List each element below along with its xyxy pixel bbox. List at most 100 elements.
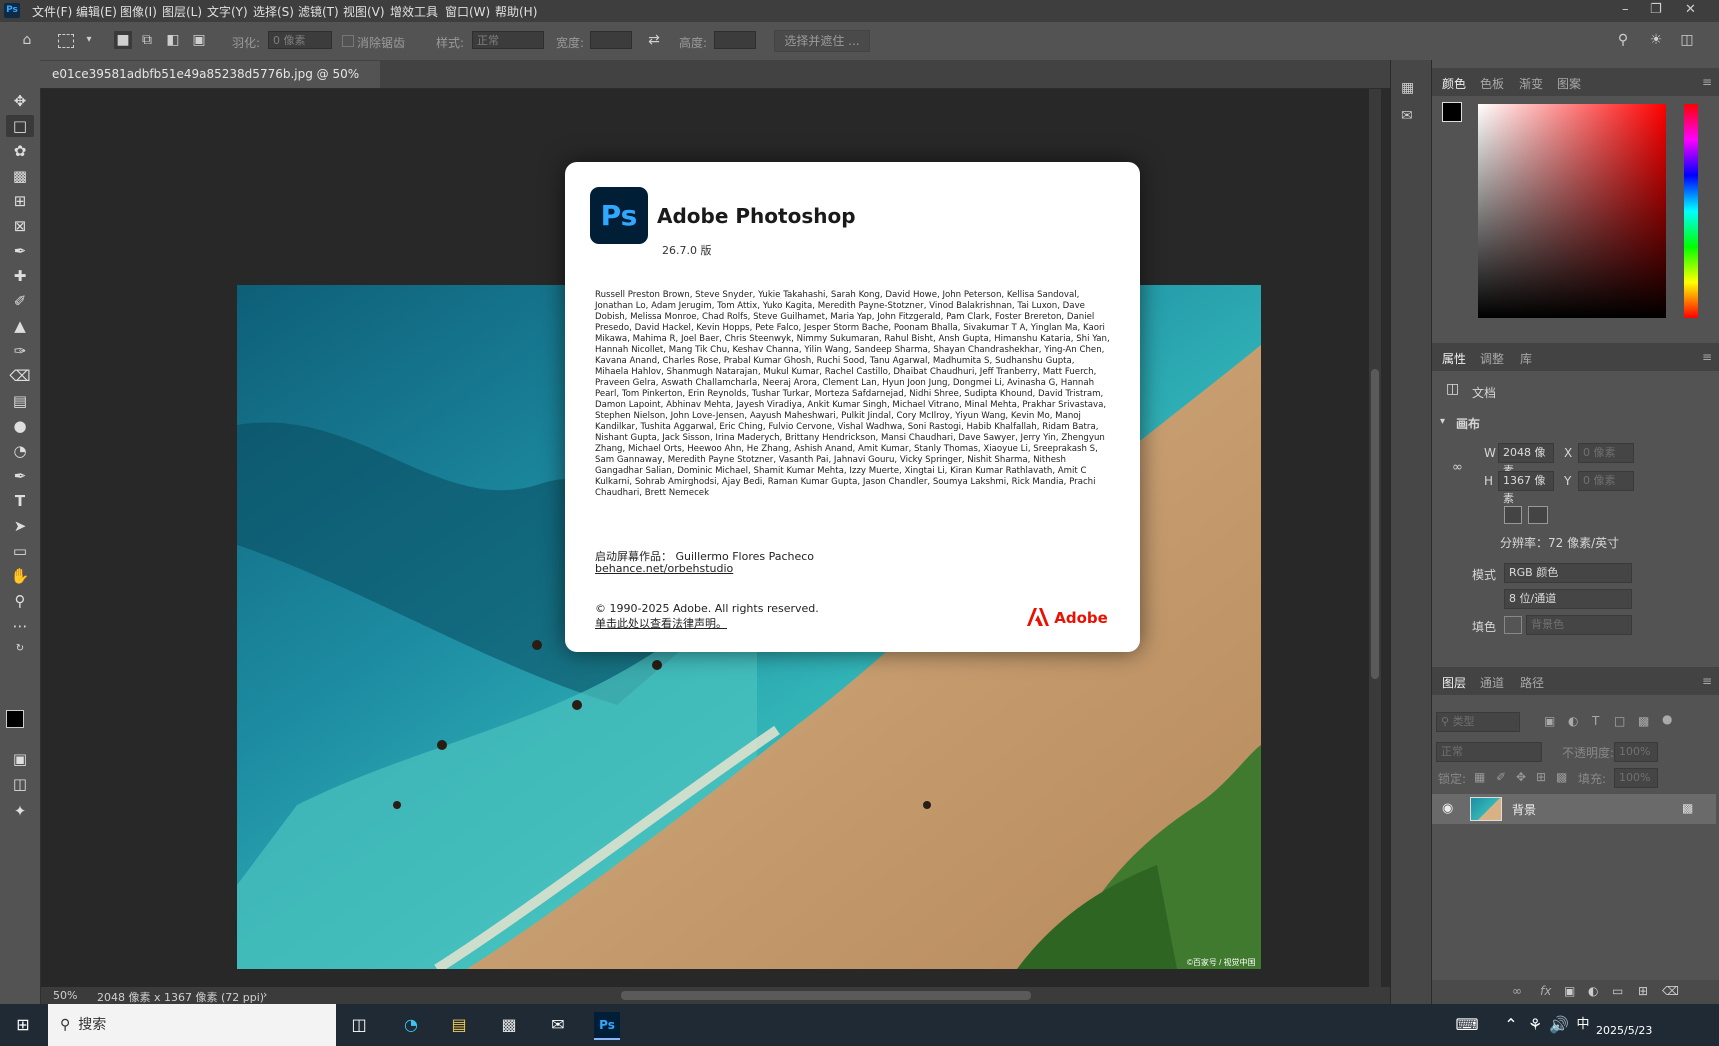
workspace-icon[interactable]: ◫ xyxy=(1678,31,1696,49)
blur-tool-icon[interactable]: ● xyxy=(6,415,34,437)
tab-paths[interactable]: 路径 xyxy=(1520,674,1544,691)
taskbar-search[interactable]: ⚲ 搜索 xyxy=(48,1004,336,1046)
frame-tool-icon[interactable]: ⊠ xyxy=(6,215,34,237)
chevron-down-icon[interactable]: ▾ xyxy=(1440,416,1445,427)
new-layer-icon[interactable]: ⊞ xyxy=(1638,984,1648,998)
quick-mask-icon[interactable]: ▣ xyxy=(6,748,34,770)
lock-pixels-icon[interactable]: ✐ xyxy=(1496,770,1506,784)
new-group-icon[interactable]: ▭ xyxy=(1612,984,1623,998)
panel-menu-icon[interactable]: ≡ xyxy=(1702,350,1712,364)
feather-input[interactable]: 0 像素 xyxy=(268,31,332,49)
move-tool-icon[interactable]: ✥ xyxy=(6,90,34,112)
tab-channels[interactable]: 通道 xyxy=(1480,674,1504,691)
marquee-tool-icon[interactable]: □ xyxy=(6,115,34,137)
tab-swatches[interactable]: 色板 xyxy=(1480,75,1504,92)
marquee-preset-icon[interactable] xyxy=(58,34,74,48)
visibility-eye-icon[interactable]: ◉ xyxy=(1442,801,1453,816)
hand-tool-icon[interactable]: ✋ xyxy=(6,565,34,587)
tab-properties[interactable]: 属性 xyxy=(1442,350,1466,367)
behance-link[interactable]: behance.net/orbehstudio xyxy=(595,562,733,575)
legal-notice-link[interactable]: 单击此处以查看法律声明。 xyxy=(595,615,727,631)
fill-select[interactable]: 背景色 xyxy=(1526,615,1632,635)
add-mask-icon[interactable]: ▣ xyxy=(1564,984,1575,998)
search-icon[interactable]: ⚲ xyxy=(1614,31,1632,49)
menu-image[interactable]: 图像(I) xyxy=(120,3,157,20)
mail-icon[interactable]: ✉ xyxy=(545,1012,571,1038)
menu-view[interactable]: 视图(V) xyxy=(343,3,385,20)
panel-menu-icon[interactable]: ≡ xyxy=(1702,674,1712,688)
menu-filter[interactable]: 滤镜(T) xyxy=(298,3,339,20)
windows-start-icon[interactable]: ⊞ xyxy=(10,1012,36,1038)
swap-colors-icon[interactable]: ↻ xyxy=(6,638,34,660)
filter-pixel-icon[interactable]: ▣ xyxy=(1544,714,1555,728)
menu-help[interactable]: 帮助(H) xyxy=(495,3,537,20)
layer-row[interactable]: ◉ 背景 ▩ xyxy=(1432,794,1716,824)
menu-layer[interactable]: 图层(L) xyxy=(162,3,202,20)
path-selection-tool-icon[interactable]: ➤ xyxy=(6,515,34,537)
width-input[interactable] xyxy=(590,31,632,49)
photoshop-taskbar-icon[interactable]: Ps xyxy=(594,1012,620,1040)
layer-filter-select[interactable]: ⚲ 类型 xyxy=(1436,712,1520,732)
tab-gradients[interactable]: 渐变 xyxy=(1519,75,1543,92)
lock-transparency-icon[interactable]: ▦ xyxy=(1474,770,1485,784)
add-selection-icon[interactable]: ⧉ xyxy=(138,31,156,49)
portrait-orientation-icon[interactable] xyxy=(1504,506,1522,524)
new-adjustment-icon[interactable]: ◐ xyxy=(1588,984,1598,998)
gradient-tool-icon[interactable]: ▤ xyxy=(6,390,34,412)
menu-type[interactable]: 文字(Y) xyxy=(207,3,248,20)
tab-color[interactable]: 颜色 xyxy=(1442,75,1466,92)
rectangle-tool-icon[interactable]: ▭ xyxy=(6,540,34,562)
zoom-level[interactable]: 50% xyxy=(53,989,77,1002)
menu-edit[interactable]: 编辑(E) xyxy=(76,3,117,20)
task-view-icon[interactable]: ◫ xyxy=(346,1012,372,1038)
horizontal-scrollbar-thumb[interactable] xyxy=(621,991,1031,1000)
volume-icon[interactable]: 🔊 xyxy=(1546,1012,1572,1038)
about-dialog[interactable]: Ps Adobe Photoshop 26.7.0 版 Russell Pres… xyxy=(565,162,1140,652)
link-icon[interactable]: ∞ xyxy=(1452,460,1463,475)
canvas-height-input[interactable]: 1367 像素 xyxy=(1498,471,1554,505)
swap-dimensions-icon[interactable]: ⇄ xyxy=(645,31,663,49)
tab-adjustments[interactable]: 调整 xyxy=(1480,350,1504,367)
home-icon[interactable]: ⌂ xyxy=(18,31,36,49)
type-tool-icon[interactable]: T xyxy=(6,490,34,512)
panel-menu-icon[interactable]: ≡ xyxy=(1702,75,1712,89)
chevron-down-icon[interactable]: ▾ xyxy=(80,31,98,49)
tab-layers[interactable]: 图层 xyxy=(1442,674,1466,691)
layer-name[interactable]: 背景 xyxy=(1512,801,1536,818)
history-panel-icon[interactable]: ▦ xyxy=(1401,80,1414,96)
ime-indicator[interactable]: 中 xyxy=(1570,1012,1596,1038)
color-picker-field[interactable] xyxy=(1478,104,1666,318)
restore-icon[interactable]: ❐ xyxy=(1650,2,1662,17)
lock-position-icon[interactable]: ✥ xyxy=(1516,770,1526,784)
photoshop-app-icon[interactable]: Ps xyxy=(4,3,20,18)
close-icon[interactable]: ✕ xyxy=(1685,2,1696,17)
landscape-orientation-icon[interactable] xyxy=(1528,506,1548,524)
status-menu-arrow[interactable]: › xyxy=(263,988,267,1001)
fill-swatch[interactable] xyxy=(1504,616,1522,634)
hue-slider[interactable] xyxy=(1684,104,1698,318)
color-mode-select[interactable]: RGB 颜色 xyxy=(1504,563,1632,583)
intersect-selection-icon[interactable]: ▣ xyxy=(190,31,208,49)
foreground-color-swatch[interactable] xyxy=(6,710,24,728)
delete-layer-icon[interactable]: ⌫ xyxy=(1662,984,1679,998)
generative-icon[interactable]: ✦ xyxy=(6,800,34,822)
file-explorer-icon[interactable]: ▤ xyxy=(446,1012,472,1038)
clock-date[interactable]: 2025/5/23 xyxy=(1596,1024,1652,1037)
eraser-tool-icon[interactable]: ⌫ xyxy=(6,365,34,387)
minimize-icon[interactable]: – xyxy=(1622,2,1629,17)
fill-opacity-input[interactable]: 100% xyxy=(1614,768,1658,788)
vertical-scrollbar-thumb[interactable] xyxy=(1371,369,1379,679)
screen-mode-icon[interactable]: ◫ xyxy=(6,773,34,795)
chevron-up-icon[interactable]: ⌃ xyxy=(1498,1012,1524,1038)
microsoft-store-icon[interactable]: ▩ xyxy=(496,1012,522,1038)
crop-tool-icon[interactable]: ⊞ xyxy=(6,190,34,212)
keyboard-icon[interactable]: ⌨ xyxy=(1454,1012,1480,1038)
bit-depth-select[interactable]: 8 位/通道 xyxy=(1504,589,1632,609)
network-icon[interactable]: ⚘ xyxy=(1522,1012,1548,1038)
subtract-selection-icon[interactable]: ◧ xyxy=(164,31,182,49)
link-layers-icon[interactable]: ∞ xyxy=(1512,984,1522,998)
fx-icon[interactable]: fx xyxy=(1540,984,1551,998)
menu-file[interactable]: 文件(F) xyxy=(32,3,72,20)
lightbulb-icon[interactable]: ☀ xyxy=(1647,31,1665,49)
new-selection-icon[interactable]: ■ xyxy=(114,31,132,49)
